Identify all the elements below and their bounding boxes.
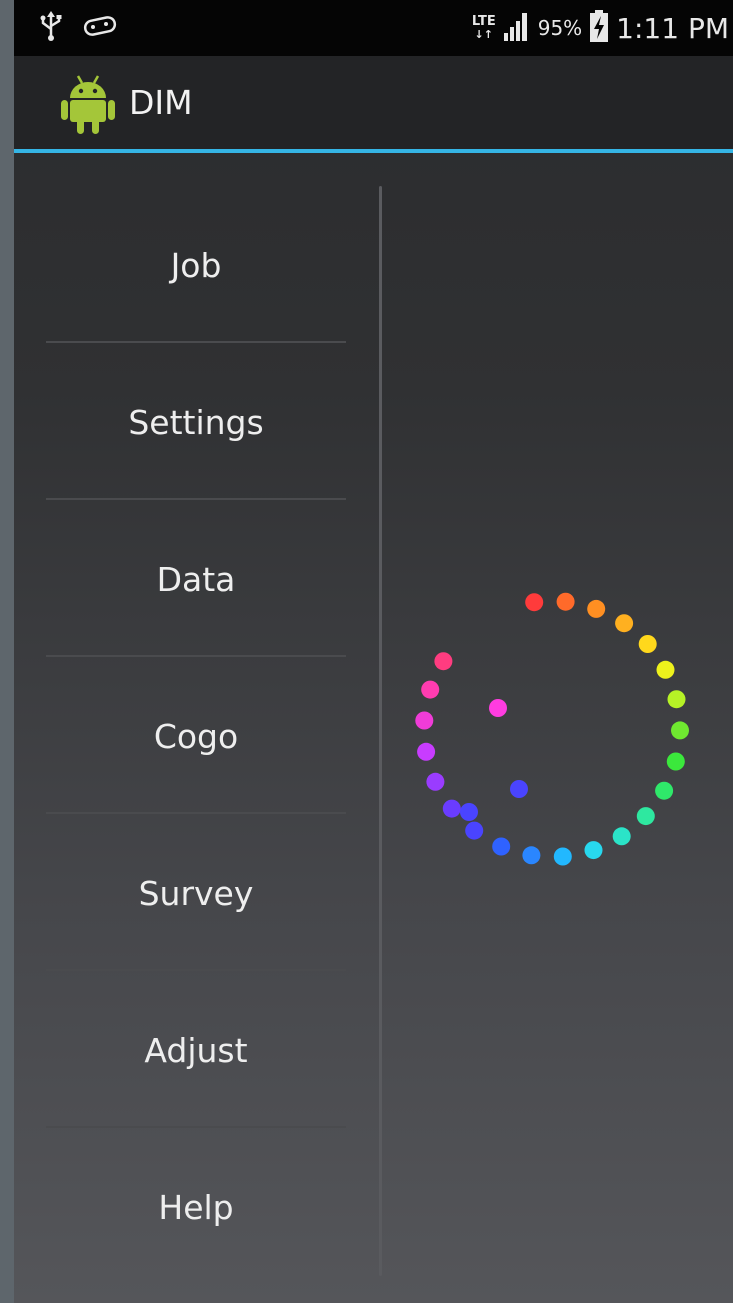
spinner-dot xyxy=(636,807,655,826)
spinner-dot xyxy=(584,841,603,860)
spinner-dot xyxy=(615,614,634,633)
spinner-dot xyxy=(426,772,445,791)
spinner-dot xyxy=(556,592,575,611)
spinner-dot xyxy=(415,711,434,730)
spinner-dot xyxy=(510,780,528,798)
spinner-dot xyxy=(492,837,511,856)
spinner-dot xyxy=(522,846,541,865)
spinner-dot xyxy=(489,699,507,717)
spinner-dot xyxy=(553,847,572,866)
spinner-dot xyxy=(612,827,631,846)
spinner-dot xyxy=(460,803,478,821)
app-screen: LTE ↓↑ 95% 1:11 PM DIM Job Settings Data… xyxy=(14,0,733,1303)
spinner-dot xyxy=(525,593,544,612)
spinner-dot xyxy=(671,721,689,740)
spinner-dot xyxy=(667,690,686,709)
spinner-dot xyxy=(656,660,675,679)
spinner-dot xyxy=(417,742,436,761)
spinner-dot xyxy=(465,821,484,840)
rainbow-dot-spinner-icon xyxy=(415,592,689,866)
spinner-dot xyxy=(434,652,453,671)
spinner-dot xyxy=(666,752,685,771)
spinner-dot xyxy=(442,799,461,818)
spinner-dot xyxy=(655,781,674,800)
spinner-dot xyxy=(421,680,440,699)
spinner-dot xyxy=(638,635,657,653)
spinner-dot xyxy=(587,599,606,618)
